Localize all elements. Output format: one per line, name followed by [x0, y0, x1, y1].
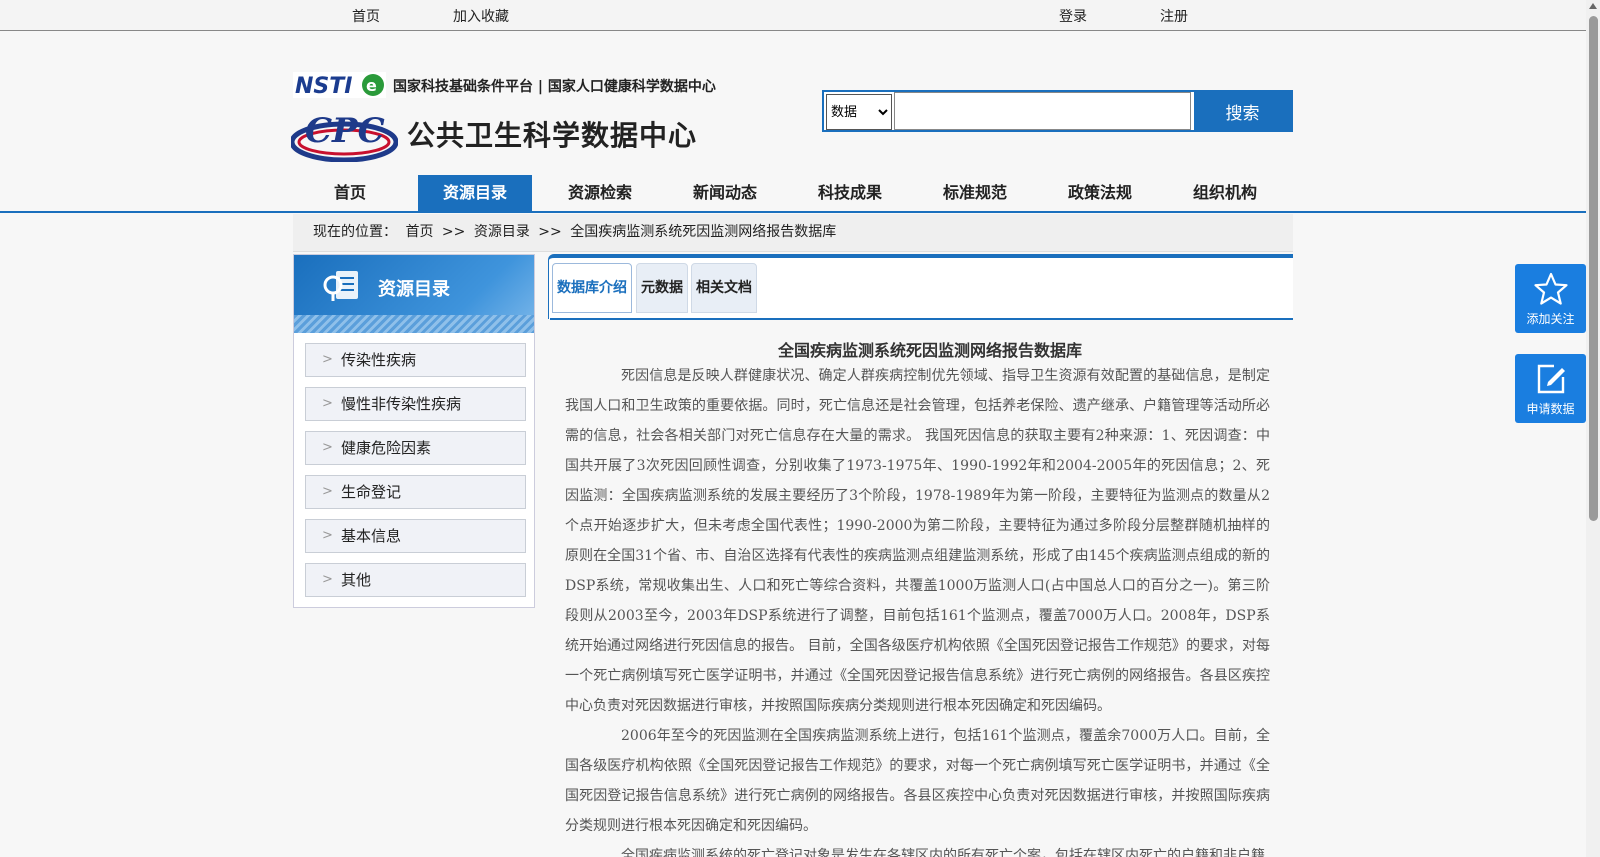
- add-follow-label: 添加关注: [1526, 312, 1575, 326]
- sidebar-item-basic-info[interactable]: > 基本信息: [305, 519, 526, 553]
- chevron-right-icon: >: [322, 528, 333, 543]
- page-scrollbar[interactable]: [1586, 0, 1600, 857]
- sidebar-item-label: 传染性疾病: [341, 351, 417, 369]
- nav-item-standards[interactable]: 标准规范: [918, 175, 1032, 211]
- nav-item-resource-search[interactable]: 资源检索: [543, 175, 657, 211]
- nav-item-achievements[interactable]: 科技成果: [793, 175, 907, 211]
- svg-text:CPC: CPC: [305, 111, 385, 151]
- top-link-login[interactable]: 登录: [1059, 6, 1087, 26]
- sidebar-item-label: 基本信息: [341, 527, 402, 545]
- breadcrumb: 现在的位置： 首页 >> 资源目录 >> 全国疾病监测系统死因监测网络报告数据库: [293, 214, 1293, 252]
- chevron-right-icon: >: [322, 440, 333, 455]
- scrollbar-thumb[interactable]: [1589, 16, 1598, 521]
- nav-item-organization[interactable]: 组织机构: [1168, 175, 1282, 211]
- add-follow-button[interactable]: 添加关注: [1515, 264, 1586, 333]
- article-paragraph: 2006年至今的死因监测在全国疾病监测系统上进行，包括161个监测点，覆盖余70…: [565, 728, 1270, 834]
- edit-icon: [1537, 364, 1565, 394]
- breadcrumb-section[interactable]: 资源目录: [474, 224, 530, 240]
- sidebar-item-label: 慢性非传染性疾病: [341, 395, 462, 413]
- search-input[interactable]: [894, 92, 1191, 130]
- tab-metadata[interactable]: 元数据: [636, 263, 688, 313]
- tab-related-docs[interactable]: 相关文档: [691, 263, 757, 313]
- chevron-right-icon: >: [322, 396, 333, 411]
- search-button[interactable]: 搜索: [1194, 92, 1291, 130]
- sidebar-header: 资源目录: [294, 255, 534, 333]
- scroll-up-icon[interactable]: [1589, 3, 1597, 9]
- article-paragraph: 死因信息是反映人群健康状况、确定人群疾病控制优先领域、指导卫生资源有效配置的基础…: [565, 368, 1270, 714]
- nsti-logo: NSTI e: [293, 72, 386, 98]
- top-link-register[interactable]: 注册: [1160, 6, 1188, 26]
- breadcrumb-prefix: 现在的位置：: [313, 224, 397, 240]
- sidebar-item-chronic[interactable]: > 慢性非传染性疾病: [305, 387, 526, 421]
- nav-item-news[interactable]: 新闻动态: [668, 175, 782, 211]
- nav-item-home[interactable]: 首页: [293, 175, 407, 211]
- sidebar-header-stripe: [294, 315, 534, 333]
- top-link-home[interactable]: 首页: [352, 6, 380, 26]
- chevron-right-icon: >: [322, 352, 333, 367]
- main-nav: 首页 资源目录 资源检索 新闻动态 科技成果 标准规范 政策法规 组织机构: [0, 175, 1586, 213]
- top-link-favorite[interactable]: 加入收藏: [453, 6, 509, 26]
- svg-text:NSTI: NSTI: [295, 74, 352, 98]
- search-box: 数据 搜索: [822, 90, 1293, 132]
- sidebar-title: 资源目录: [378, 279, 450, 300]
- breadcrumb-home[interactable]: 首页: [405, 224, 433, 240]
- apply-data-label: 申请数据: [1526, 402, 1575, 416]
- breadcrumb-separator: >>: [441, 224, 466, 240]
- chevron-right-icon: >: [322, 572, 333, 587]
- article-body: 死因信息是反映人群健康状况、确定人群疾病控制优先领域、指导卫生资源有效配置的基础…: [565, 361, 1270, 857]
- top-bar: 首页 加入收藏 登录 注册: [0, 0, 1586, 31]
- sidebar-item-label: 其他: [341, 571, 372, 589]
- sidebar: 资源目录 > 传染性疾病 > 慢性非传染性疾病 > 健康危险因素 > 生命登记 > 基本信…: [293, 254, 535, 608]
- sidebar-item-vital-registration[interactable]: > 生命登记: [305, 475, 526, 509]
- header-slogan: 国家科技基础条件平台 | 国家人口健康科学数据中心: [393, 79, 716, 95]
- breadcrumb-separator: >>: [538, 224, 562, 240]
- breadcrumb-current: 全国疾病监测系统死因监测网络报告数据库: [570, 224, 837, 240]
- search-type-select[interactable]: 数据: [826, 94, 892, 130]
- article-paragraph: 全国疾病监测系统的死亡登记对象是发生在各辖区内的所有死亡个案，包括在辖区内死亡的…: [621, 848, 1265, 857]
- nav-item-policies[interactable]: 政策法规: [1043, 175, 1157, 211]
- star-icon: [1534, 272, 1568, 305]
- svg-text:e: e: [366, 76, 377, 95]
- tabs-underline: [550, 318, 1293, 320]
- tab-database-intro[interactable]: 数据库介绍: [552, 263, 632, 313]
- sidebar-item-label: 健康危险因素: [341, 439, 432, 457]
- site-title: 公共卫生科学数据中心: [407, 119, 698, 152]
- sidebar-item-other[interactable]: > 其他: [305, 563, 526, 597]
- chevron-right-icon: >: [322, 484, 333, 499]
- catalog-search-icon: [323, 271, 358, 301]
- apply-data-button[interactable]: 申请数据: [1515, 354, 1586, 423]
- sidebar-item-risk-factors[interactable]: > 健康危险因素: [305, 431, 526, 465]
- nav-item-resource-catalog[interactable]: 资源目录: [418, 175, 532, 211]
- sidebar-item-label: 生命登记: [341, 483, 402, 501]
- cpc-logo: CPC: [291, 111, 398, 162]
- sidebar-item-infectious[interactable]: > 传染性疾病: [305, 343, 526, 377]
- article-title: 全国疾病监测系统死因监测网络报告数据库: [777, 341, 1082, 360]
